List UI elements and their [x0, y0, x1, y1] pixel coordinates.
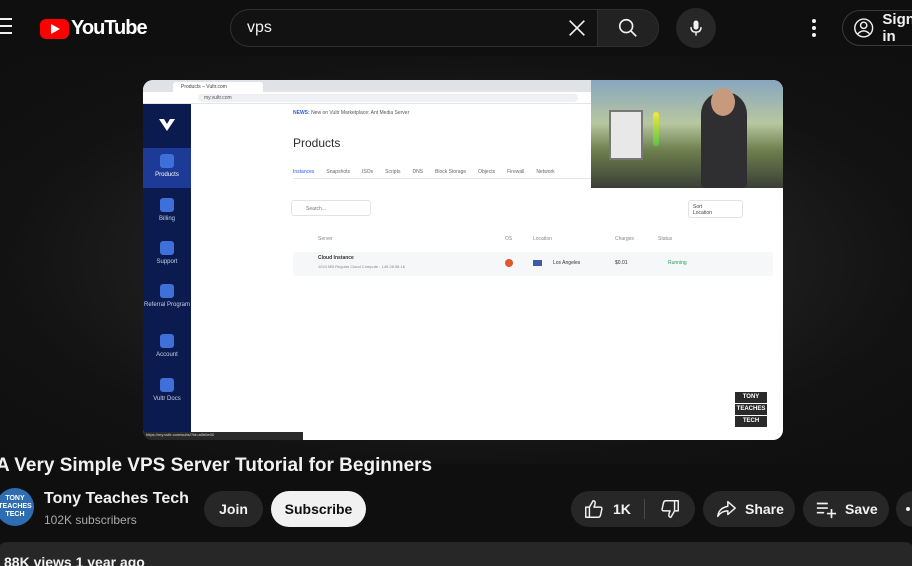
menu-icon[interactable] — [0, 18, 12, 34]
video-title: A Very Simple VPS Server Tutorial for Be… — [0, 455, 433, 476]
vultr-logo-icon — [159, 119, 175, 131]
video-search-field: Search... — [291, 200, 371, 216]
video-watermark: TONY TEACHES TECH — [735, 392, 767, 428]
account-icon — [854, 18, 874, 38]
logo-text: YouTube — [71, 17, 148, 39]
video-sidebar-item-referral: Referral Program — [143, 278, 191, 318]
share-icon — [717, 500, 736, 518]
ubuntu-icon — [505, 259, 513, 267]
dislike-button[interactable] — [645, 491, 695, 527]
view-count-date: 88K views 1 year ago — [4, 554, 145, 566]
video-sidebar-item-support: Support — [143, 235, 191, 275]
sign-in-button[interactable]: Sign in — [842, 10, 912, 46]
video-status-url: https://my.vultr.com/subs/?id=a0b0e00 — [143, 432, 303, 440]
video-sort-select: Sort Location — [688, 200, 743, 218]
like-count: 1K — [613, 501, 631, 517]
us-flag-icon — [533, 260, 542, 266]
video-table-header: Server OS Location Charges Status — [318, 236, 673, 242]
subscribe-button[interactable]: Subscribe — [271, 491, 366, 527]
webcam-monitor — [609, 110, 643, 160]
save-label: Save — [845, 501, 878, 517]
like-button[interactable]: 1K — [571, 491, 643, 527]
thumbs-up-icon — [585, 500, 603, 518]
playlist-add-icon — [816, 502, 837, 519]
webcam-lava-lamp — [653, 112, 659, 146]
webcam-presenter-head — [711, 88, 735, 116]
close-icon — [569, 20, 585, 36]
thumbs-down-icon — [661, 500, 679, 518]
video-vultr-sidebar: Products Billing Support Referral Progra… — [143, 104, 191, 440]
search-icon — [618, 18, 637, 37]
channel-name[interactable]: Tony Teaches Tech — [44, 490, 189, 508]
search-box — [230, 9, 598, 47]
video-sidebar-item-docs: Vultr Docs — [143, 372, 191, 412]
voice-search-button[interactable] — [676, 8, 716, 48]
clear-search-button[interactable] — [566, 17, 590, 41]
masthead: YouTube Sign in — [0, 0, 912, 56]
join-button[interactable]: Join — [204, 491, 263, 527]
like-dislike-group: 1K — [571, 491, 695, 527]
save-button[interactable]: Save — [803, 491, 889, 527]
video-sidebar-item-billing: Billing — [143, 192, 191, 232]
settings-menu-button[interactable] — [804, 16, 824, 40]
search-button[interactable] — [597, 9, 659, 47]
video-sidebar-item-account: Account — [143, 328, 191, 368]
share-label: Share — [745, 501, 784, 517]
more-actions-button[interactable] — [896, 491, 912, 527]
video-browser-tab: Products – Vultr.com — [173, 82, 263, 92]
microphone-icon — [690, 20, 702, 36]
subscriber-count: 102K subscribers — [44, 513, 137, 527]
video-browser-url: my.vultr.com — [198, 94, 578, 102]
video-webcam-inset — [591, 80, 783, 188]
search-input[interactable] — [247, 10, 567, 46]
video-news-banner: NEWS: New on Vultr Marketplace: Ant Medi… — [293, 110, 410, 116]
video-sidebar-item-products: Products — [143, 148, 191, 188]
channel-avatar[interactable]: TONY TEACHES TECH — [0, 488, 34, 526]
play-logo-icon — [40, 18, 69, 39]
share-button[interactable]: Share — [703, 491, 795, 527]
video-player[interactable]: Products – Vultr.com my.vultr.com Produc… — [143, 80, 783, 440]
video-table-row: Cloud Instance 1024 MB Regular Cloud Com… — [293, 252, 773, 276]
sign-in-label: Sign in — [882, 11, 912, 45]
video-page-heading: Products — [293, 136, 341, 150]
youtube-logo[interactable]: YouTube — [40, 17, 148, 40]
